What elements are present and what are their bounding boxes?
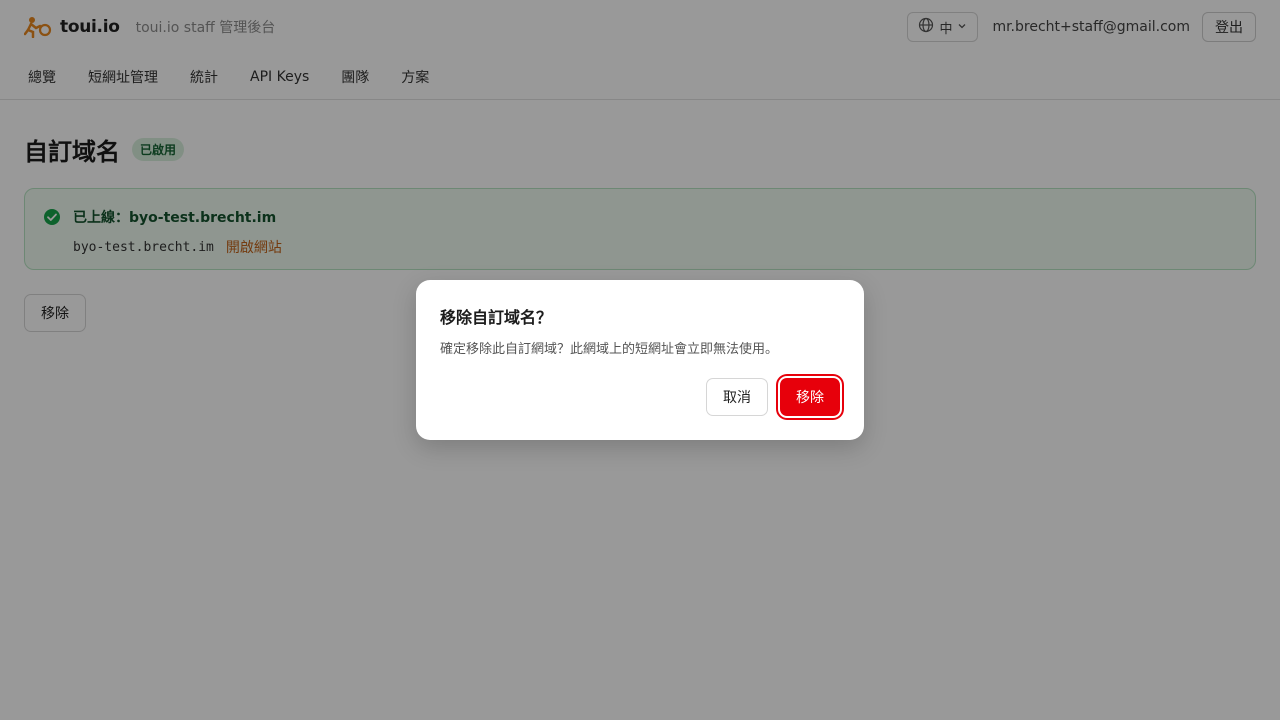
cancel-button[interactable]: 取消 [706, 378, 768, 416]
confirm-remove-button[interactable]: 移除 [780, 378, 840, 416]
dialog-title: 移除自訂域名？ [440, 308, 553, 327]
dialog-description: 確定移除此自訂網域？此網域上的短網址會立即無法使用。 [440, 342, 779, 357]
dialog-actions: 取消 移除 [706, 378, 840, 416]
confirm-remove-dialog: 移除自訂域名？ 確定移除此自訂網域？此網域上的短網址會立即無法使用。 取消 移除 [416, 280, 864, 440]
